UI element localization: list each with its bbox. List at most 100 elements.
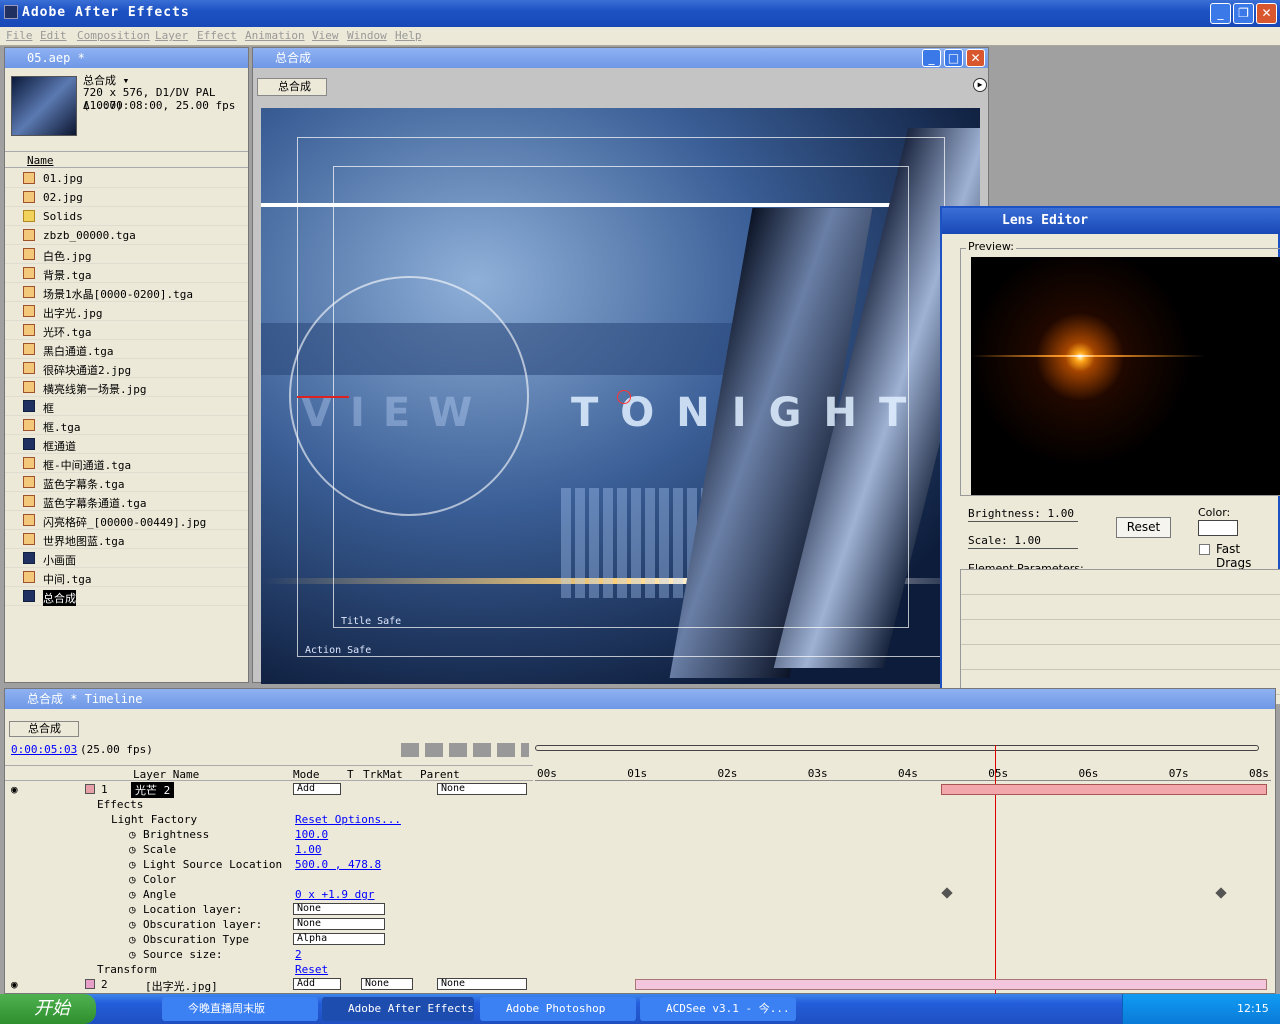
scale-slider[interactable] xyxy=(968,548,1078,549)
reset-button[interactable]: Reset xyxy=(1116,517,1171,538)
layer-row-1[interactable]: ◉ 1 光芒 2 Add None xyxy=(5,782,1273,798)
parent-dropdown[interactable]: None xyxy=(437,783,527,795)
work-area-bar[interactable] xyxy=(535,745,1259,751)
project-item[interactable]: 总合成 xyxy=(5,587,248,606)
menu-effect[interactable]: Effect xyxy=(197,29,237,42)
color-swatch[interactable] xyxy=(1198,520,1238,536)
project-item[interactable]: 蓝色字幕条通道.tga xyxy=(5,492,248,511)
fast-drags-checkbox[interactable] xyxy=(1199,544,1210,555)
layer-row-2[interactable]: ◉ 2 [出字光.jpg] Add None None xyxy=(5,977,1273,994)
stopwatch-icon[interactable]: ◷ xyxy=(129,828,136,841)
stopwatch-icon[interactable]: ◷ xyxy=(129,903,136,916)
stopwatch-icon[interactable]: ◷ xyxy=(129,948,136,961)
stopwatch-icon[interactable]: ◷ xyxy=(129,888,136,901)
transform-reset-link[interactable]: Reset xyxy=(295,963,328,976)
mode-dropdown[interactable]: Add xyxy=(293,783,341,795)
project-item[interactable]: 小画面 xyxy=(5,549,248,568)
comp-minimize-button[interactable]: _ xyxy=(922,49,941,67)
lens-editor-title[interactable]: Lens Editor xyxy=(942,208,1280,234)
project-item[interactable]: 框 xyxy=(5,397,248,416)
current-time[interactable]: 0:00:05:03 xyxy=(11,743,77,756)
property-value[interactable]: 100.0 xyxy=(295,828,328,841)
time-ruler[interactable]: 00s 01s 02s 03s 04s 05s 06s 07s 08s xyxy=(535,765,1271,781)
mode-header[interactable]: Mode xyxy=(293,768,320,781)
menu-file[interactable]: File xyxy=(6,29,33,42)
project-item[interactable]: 世界地图蓝.tga xyxy=(5,530,248,549)
layer-label-color[interactable] xyxy=(85,784,95,794)
property-value[interactable]: 1.00 xyxy=(295,843,322,856)
effect-property-row[interactable]: ◷ Source size: 2 xyxy=(5,947,1273,962)
comp-close-button[interactable]: ✕ xyxy=(966,49,985,67)
property-dropdown[interactable]: Alpha xyxy=(293,933,385,945)
comp-tab[interactable]: 总合成 xyxy=(257,78,327,96)
close-button[interactable]: ✕ xyxy=(1256,3,1277,24)
property-value[interactable]: 2 xyxy=(295,948,302,961)
property-value[interactable]: 500.0 , 478.8 xyxy=(295,858,381,871)
layer2-label-color[interactable] xyxy=(85,979,95,989)
layer2-trkmat-dropdown[interactable]: None xyxy=(361,978,413,990)
effect-property-row[interactable]: ◷ Brightness 100.0 xyxy=(5,827,1273,842)
project-item[interactable]: 框.tga xyxy=(5,416,248,435)
project-panel-header[interactable]: 05.aep * xyxy=(5,48,248,68)
menu-layer[interactable]: Layer xyxy=(155,29,188,42)
brightness-slider[interactable] xyxy=(968,521,1078,522)
stopwatch-icon[interactable]: ◷ xyxy=(129,918,136,931)
project-item[interactable]: 背景.tga xyxy=(5,264,248,283)
project-item[interactable]: 光环.tga xyxy=(5,321,248,340)
clock[interactable]: 12:15 xyxy=(1237,1002,1269,1015)
project-item[interactable]: 出字光.jpg xyxy=(5,302,248,321)
project-item[interactable]: 很碎块通道2.jpg xyxy=(5,359,248,378)
timeline-tab[interactable]: 总合成 xyxy=(9,721,79,737)
stopwatch-icon[interactable]: ◷ xyxy=(129,933,136,946)
trkmat-header[interactable]: TrkMat xyxy=(363,768,403,781)
eye-icon[interactable]: ◉ xyxy=(11,783,18,796)
minimize-button[interactable]: _ xyxy=(1210,3,1231,24)
project-item[interactable]: 场景1水晶[0000-0200].tga xyxy=(5,283,248,302)
task-after-effects[interactable]: Adobe After Effects xyxy=(322,997,474,1021)
menu-animation[interactable]: Animation xyxy=(245,29,305,42)
scale-label[interactable]: Scale: 1.00 xyxy=(968,534,1041,547)
t-header[interactable]: T xyxy=(347,768,354,781)
comp-panel-header[interactable]: 总合成 xyxy=(253,48,988,68)
reset-options-link[interactable]: Reset Options... xyxy=(295,813,401,826)
comp-maximize-button[interactable]: □ xyxy=(944,49,963,67)
light-factory-row[interactable]: Light Factory Reset Options... xyxy=(5,812,1273,827)
lens-preview[interactable] xyxy=(971,257,1280,495)
project-item[interactable]: 横亮线第一场景.jpg xyxy=(5,378,248,397)
eye-icon-2[interactable]: ◉ xyxy=(11,978,18,991)
effect-property-row[interactable]: ◷ Angle 0 x +1.9 dgr xyxy=(5,887,1273,902)
project-item[interactable]: 黑白通道.tga xyxy=(5,340,248,359)
project-item[interactable]: 框通道 xyxy=(5,435,248,454)
effect-property-row[interactable]: ◷ Light Source Location 500.0 , 478.8 xyxy=(5,857,1273,872)
project-item[interactable]: Solids xyxy=(5,207,248,226)
effect-property-row[interactable]: ◷ Obscuration Type Alpha xyxy=(5,932,1273,947)
stopwatch-icon[interactable]: ◷ xyxy=(129,873,136,886)
effects-row[interactable]: Effects xyxy=(5,797,1273,812)
stopwatch-icon[interactable]: ◷ xyxy=(129,858,136,871)
comp-menu-arrow-icon[interactable]: ▶ xyxy=(973,78,987,92)
menu-window[interactable]: Window xyxy=(347,29,387,42)
timeline-header[interactable]: 总合成 * Timeline xyxy=(5,689,1275,709)
project-item[interactable]: 02.jpg xyxy=(5,188,248,207)
start-button[interactable]: 开始 xyxy=(0,994,96,1024)
property-dropdown[interactable]: None xyxy=(293,903,385,915)
property-value[interactable]: 0 x +1.9 dgr xyxy=(295,888,374,901)
project-item[interactable]: 白色.jpg xyxy=(5,245,248,264)
layer2-parent-dropdown[interactable]: None xyxy=(437,978,527,990)
comp-viewer[interactable]: VIEW TONIGHT Title Safe Action Safe xyxy=(261,108,980,684)
property-dropdown[interactable]: None xyxy=(293,918,385,930)
effect-property-row[interactable]: ◷ Obscuration layer: None xyxy=(5,917,1273,932)
project-item[interactable]: 闪亮格碎_[00000-00449].jpg xyxy=(5,511,248,530)
project-item[interactable]: 框-中间通道.tga xyxy=(5,454,248,473)
project-item[interactable]: 蓝色字幕条.tga xyxy=(5,473,248,492)
task-acdsee[interactable]: ACDSee v3.1 - 今... xyxy=(640,997,796,1021)
menu-help[interactable]: Help xyxy=(395,29,422,42)
project-item[interactable]: 01.jpg xyxy=(5,169,248,188)
menu-composition[interactable]: Composition xyxy=(77,29,150,42)
effect-property-row[interactable]: ◷ Scale 1.00 xyxy=(5,842,1273,857)
stopwatch-icon[interactable]: ◷ xyxy=(129,843,136,856)
layer2-mode-dropdown[interactable]: Add xyxy=(293,978,341,990)
name-column-header[interactable]: Name xyxy=(5,151,248,168)
task-folder[interactable]: 今晚直播周末版 xyxy=(162,997,318,1021)
layer2-name[interactable]: [出字光.jpg] xyxy=(145,978,218,994)
